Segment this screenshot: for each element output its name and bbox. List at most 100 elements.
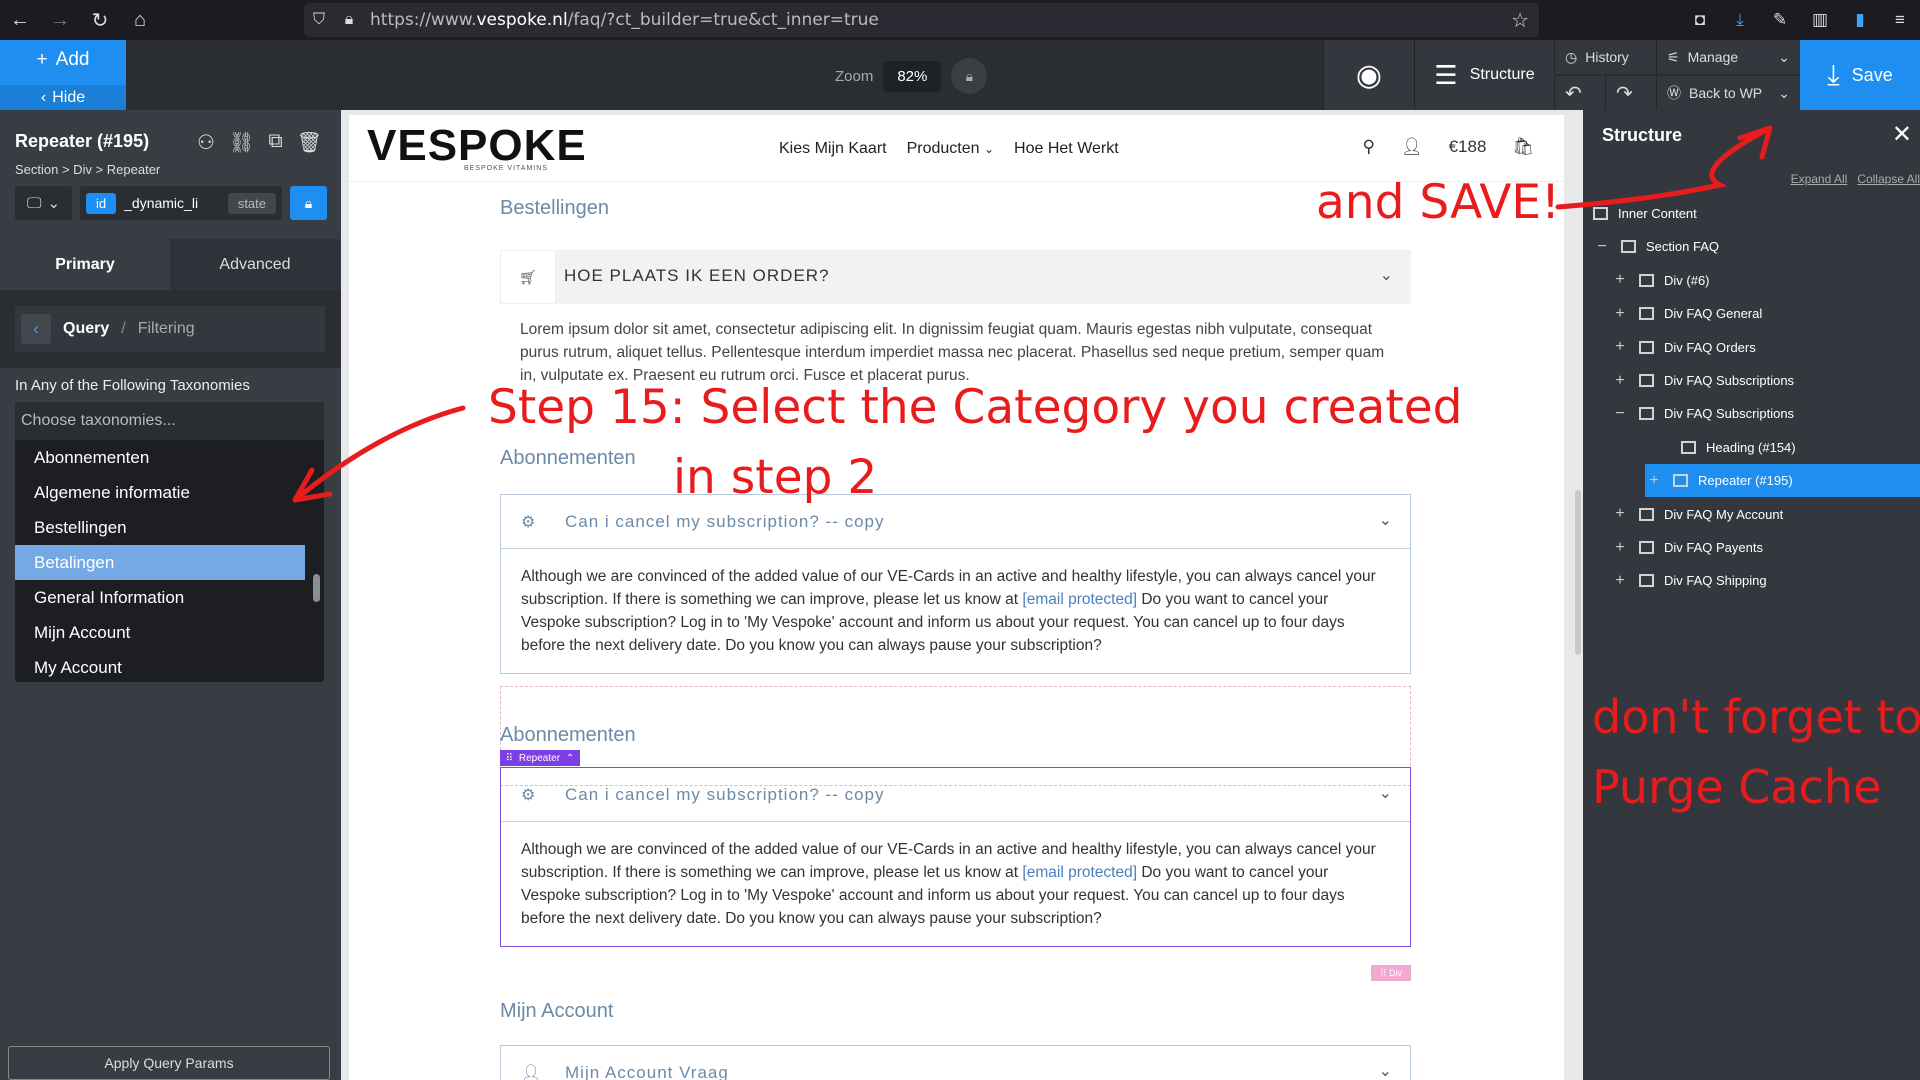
- cart-amount[interactable]: €188: [1449, 137, 1487, 157]
- undo-button[interactable]: ↶: [1554, 76, 1605, 110]
- lock-button[interactable]: 🔒︎: [290, 186, 327, 220]
- breadcrumb[interactable]: Section > Div > Repeater: [15, 162, 160, 177]
- repeater-tag[interactable]: ⠿ Repeater ⌃: [500, 750, 580, 766]
- tree-item-label: Div FAQ Shipping: [1664, 573, 1767, 589]
- id-badge[interactable]: id: [86, 192, 117, 214]
- faq-accordion-subscription-selected[interactable]: ⚙ Can i cancel my subscription? -- copy …: [500, 767, 1411, 947]
- tree-item[interactable]: − Div FAQ Subscriptions: [1611, 397, 1920, 430]
- expand-icon[interactable]: +: [1645, 472, 1663, 490]
- email-link[interactable]: [email protected]: [1022, 591, 1137, 608]
- selector-box[interactable]: id _dynamic_li state: [80, 186, 282, 220]
- tree-item[interactable]: + Div FAQ Subscriptions: [1611, 364, 1920, 397]
- expand-icon[interactable]: +: [1611, 572, 1629, 590]
- user-icon[interactable]: 👤︎: [1401, 137, 1423, 157]
- extension-icon[interactable]: ▮: [1840, 10, 1880, 30]
- wrench-icon[interactable]: ✎: [1760, 10, 1800, 30]
- taxonomy-option[interactable]: Algemene informatie: [15, 475, 305, 510]
- close-icon[interactable]: ✕: [1892, 120, 1912, 149]
- taxonomy-select[interactable]: Choose taxonomies... Abonnementen Algeme…: [15, 402, 324, 682]
- tree-item[interactable]: + Div FAQ Shipping: [1611, 564, 1920, 597]
- expand-all-link[interactable]: Expand All: [1791, 172, 1848, 186]
- expand-icon[interactable]: +: [1611, 505, 1629, 523]
- apply-query-params-button[interactable]: Apply Query Params: [8, 1046, 330, 1080]
- tree-item[interactable]: + Div (#6): [1611, 264, 1920, 297]
- taxonomy-option[interactable]: Abonnementen: [15, 440, 305, 475]
- div-tag[interactable]: ⠿ Div: [1371, 965, 1411, 981]
- menu-item-producten[interactable]: Producten ⌄: [907, 140, 994, 158]
- hide-button[interactable]: ‹ Hide: [0, 85, 126, 110]
- redo-button[interactable]: ↷: [1605, 76, 1656, 110]
- email-link[interactable]: [email protected]: [1022, 864, 1137, 881]
- collapse-icon[interactable]: −: [1593, 238, 1611, 256]
- menu-item-hoe-het-werkt[interactable]: Hoe Het Werkt: [1014, 140, 1119, 158]
- zoom-value[interactable]: 82%: [883, 60, 942, 92]
- expand-icon[interactable]: +: [1611, 338, 1629, 356]
- tree-item[interactable]: Heading (#154): [1653, 431, 1920, 464]
- sidebar-icon[interactable]: ▥: [1800, 10, 1840, 30]
- collapse-icon[interactable]: −: [1611, 405, 1629, 423]
- search-icon[interactable]: ⚲: [1363, 137, 1375, 157]
- save-button[interactable]: ⤓ Save: [1800, 40, 1920, 110]
- scroll-to-top-icon[interactable]: ︿: [1499, 1055, 1529, 1080]
- canvas-scrollbar[interactable]: [1575, 490, 1581, 655]
- tree-item[interactable]: + Repeater (#195): [1645, 464, 1920, 498]
- back-to-wp-dropdown[interactable]: Ⓦ Back to WP ⌄: [1656, 76, 1800, 110]
- faq-accordion-account[interactable]: 👤︎ Mijn Account Vraag ⌄: [500, 1045, 1411, 1080]
- tree-item[interactable]: − Section FAQ: [1593, 230, 1920, 263]
- taxonomy-option-selected[interactable]: Betalingen: [15, 545, 305, 580]
- trash-icon[interactable]: 🗑︎: [297, 130, 322, 155]
- state-button[interactable]: state: [227, 192, 276, 214]
- pocket-icon[interactable]: ◘: [1680, 10, 1720, 30]
- collapse-all-link[interactable]: Collapse All: [1857, 172, 1920, 186]
- history-button[interactable]: ◷ History: [1554, 40, 1656, 74]
- duplicate-icon[interactable]: ⧉: [268, 130, 282, 155]
- expand-icon[interactable]: +: [1611, 539, 1629, 557]
- faq-question-row[interactable]: 👤︎ Mijn Account Vraag ⌄: [501, 1046, 1410, 1080]
- downloads-icon[interactable]: ⤓: [1720, 10, 1760, 30]
- selector-controls: 🖵︎ ⌄ id _dynamic_li state 🔒︎: [15, 186, 327, 220]
- faq-question-row[interactable]: ⚙ Can i cancel my subscription? -- copy …: [501, 495, 1410, 549]
- tab-advanced[interactable]: Advanced: [170, 239, 340, 290]
- faq-accordion-subscription[interactable]: ⚙ Can i cancel my subscription? -- copy …: [500, 494, 1411, 674]
- reload-icon[interactable]: ↻: [80, 0, 120, 40]
- link-icon[interactable]: ⛓: [229, 130, 254, 155]
- device-dropdown[interactable]: 🖵︎ ⌄: [15, 186, 72, 220]
- taxonomy-scrollbar[interactable]: [313, 574, 320, 602]
- url-text[interactable]: https://www.vespoke.nl/faq/?ct_builder=t…: [370, 10, 879, 30]
- faq-accordion-order[interactable]: 🛒︎ HOE PLAATS IK EEN ORDER? ⌄: [500, 250, 1411, 304]
- taxonomy-option[interactable]: Bestellingen: [15, 510, 305, 545]
- structure-tree-icon[interactable]: ⚇: [197, 130, 215, 155]
- tree-item[interactable]: + Div FAQ Payents: [1611, 531, 1920, 564]
- expand-icon[interactable]: +: [1611, 305, 1629, 323]
- back-arrow-icon[interactable]: ←: [0, 0, 40, 40]
- chevron-left-icon[interactable]: ‹: [21, 314, 51, 344]
- taxonomy-option[interactable]: Mijn Account: [15, 615, 305, 650]
- home-icon[interactable]: ⌂: [120, 0, 160, 40]
- tree-item-label: Div FAQ My Account: [1664, 506, 1784, 522]
- lock-icon[interactable]: 🔒︎: [951, 58, 988, 94]
- tree-item[interactable]: Inner Content: [1593, 197, 1920, 230]
- menu-icon[interactable]: ≡: [1880, 10, 1920, 30]
- menu-item-kies-mijn-kaart[interactable]: Kies Mijn Kaart: [779, 140, 887, 158]
- manage-dropdown[interactable]: ⚟ Manage ⌄: [1656, 40, 1800, 74]
- query-link[interactable]: Query: [63, 320, 109, 338]
- expand-icon[interactable]: +: [1611, 372, 1629, 390]
- add-button[interactable]: + Add: [0, 40, 126, 80]
- expand-icon[interactable]: +: [1611, 271, 1629, 289]
- taxonomy-search-input[interactable]: Choose taxonomies...: [15, 402, 324, 440]
- tree-item[interactable]: + Div FAQ Orders: [1611, 331, 1920, 364]
- faq-question-row[interactable]: ⚙ Can i cancel my subscription? -- copy …: [501, 768, 1410, 822]
- tab-primary[interactable]: Primary: [0, 239, 170, 290]
- forward-arrow-icon[interactable]: →: [40, 0, 80, 40]
- tree-item[interactable]: + Div FAQ My Account: [1611, 498, 1920, 531]
- tree-item[interactable]: + Div FAQ General: [1611, 297, 1920, 330]
- user-icon: 👤︎: [521, 1065, 542, 1080]
- address-bar[interactable]: ⛉ 🔒︎ https://www.vespoke.nl/faq/?ct_buil…: [304, 3, 1539, 37]
- shopping-bag-icon[interactable]: 🛍︎: [1512, 137, 1534, 157]
- taxonomy-option[interactable]: My Account: [15, 650, 305, 682]
- structure-button[interactable]: ☰ Structure: [1414, 40, 1554, 110]
- site-logo[interactable]: VESPOKE: [367, 121, 587, 171]
- builder-logo-button[interactable]: ◉: [1323, 40, 1414, 110]
- taxonomy-option[interactable]: General Information: [15, 580, 305, 615]
- bookmark-star-icon[interactable]: ☆: [1511, 8, 1529, 33]
